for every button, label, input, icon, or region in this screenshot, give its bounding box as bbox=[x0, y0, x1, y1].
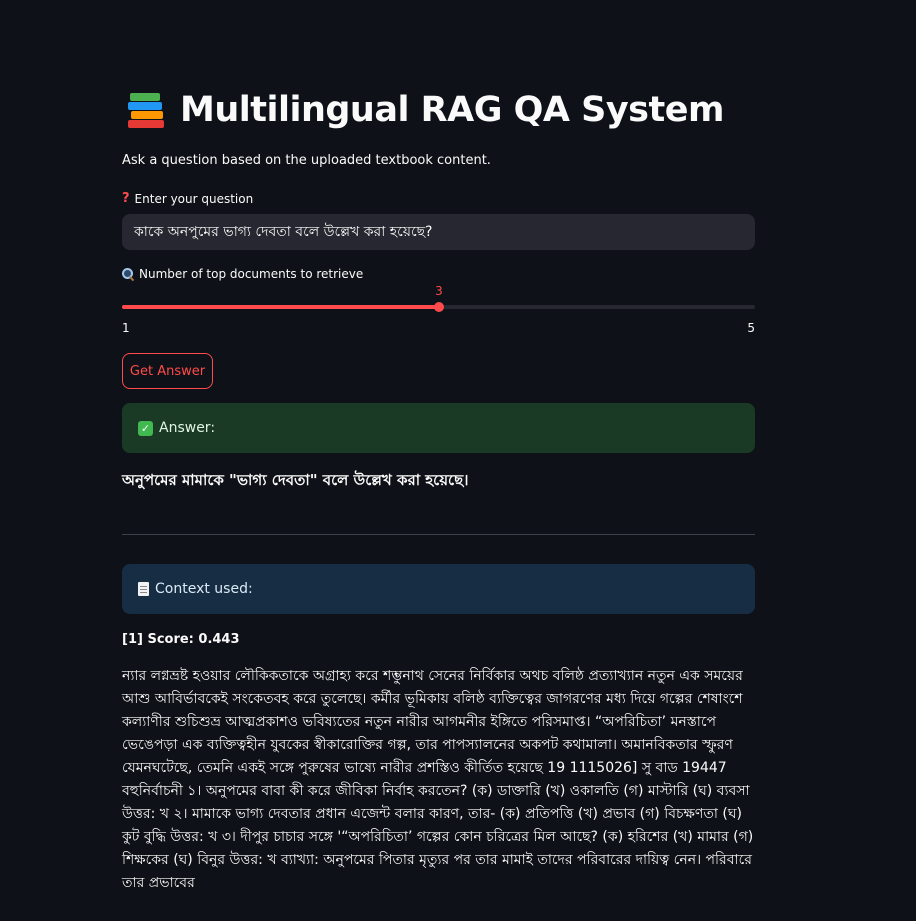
document-icon bbox=[138, 582, 149, 596]
slider-label: Number of top documents to retrieve bbox=[122, 267, 363, 281]
answer-alert: ✓ Answer: bbox=[122, 403, 755, 453]
answer-text: অনুপমের মামাকে "ভাগ্য দেবতা" বলে উল্লেখ … bbox=[122, 471, 469, 489]
question-label: ? Enter your question bbox=[122, 191, 253, 206]
question-label-text: Enter your question bbox=[134, 191, 254, 206]
books-icon bbox=[128, 91, 166, 129]
slider-fill bbox=[122, 305, 439, 309]
slider-current-value: 3 bbox=[435, 284, 443, 298]
question-input[interactable]: কাকে অনপুমের ভাগ্য দেবতা বলে উল্লেখ করা … bbox=[122, 214, 755, 250]
check-mark-icon: ✓ bbox=[138, 420, 153, 436]
slider-label-text: Number of top documents to retrieve bbox=[139, 267, 364, 281]
magnifier-icon bbox=[122, 268, 134, 280]
context-heading: Context used: bbox=[155, 581, 253, 597]
slider-max-label: 5 bbox=[747, 321, 755, 335]
context-passage: ন্যার লগ্নভ্রষ্ট হওয়ার লৌকিকতাকে অগ্রাহ… bbox=[122, 668, 754, 891]
context-alert: Context used: bbox=[122, 564, 755, 614]
app-page: Multilingual RAG QA System Ask a questio… bbox=[0, 0, 916, 921]
get-answer-button[interactable]: Get Answer bbox=[122, 353, 213, 389]
top-k-slider[interactable]: 3 1 5 bbox=[122, 284, 755, 335]
slider-thumb[interactable] bbox=[434, 302, 444, 312]
slider-min-label: 1 bbox=[122, 321, 130, 335]
page-title: Multilingual RAG QA System bbox=[128, 90, 724, 130]
answer-heading: Answer: bbox=[159, 420, 216, 436]
question-mark-icon: ? bbox=[122, 191, 130, 206]
question-input-value: কাকে অনপুমের ভাগ্য দেবতা বলে উল্লেখ করা … bbox=[134, 224, 433, 240]
divider bbox=[122, 534, 755, 535]
context-score: [1] Score: 0.443 bbox=[122, 632, 240, 647]
page-caption: Ask a question based on the uploaded tex… bbox=[122, 153, 491, 168]
page-title-text: Multilingual RAG QA System bbox=[180, 90, 724, 130]
